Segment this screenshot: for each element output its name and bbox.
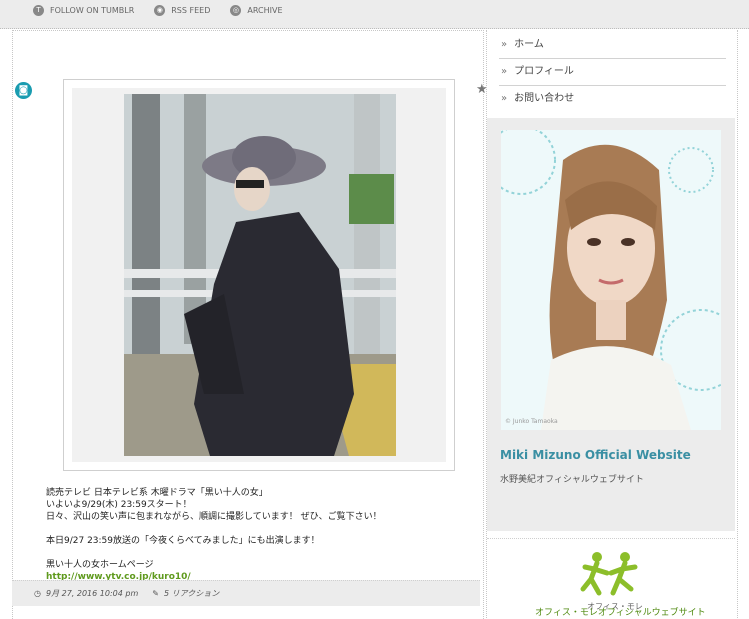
- archive-icon: ◎: [230, 4, 242, 16]
- post-photo-illustration: [124, 94, 396, 456]
- office-mole-logo[interactable]: オフィス・モレ: [577, 549, 647, 611]
- chevron-right-icon: »: [501, 39, 508, 50]
- post-line: 日々、沢山の笑い声に包まれながら、順調に撮影しています！ ぜひ、ご覧下さい！: [46, 512, 382, 522]
- nav-contact-label: お問い合わせ: [514, 93, 575, 104]
- camera-icon: ◙: [15, 82, 32, 99]
- follow-on-tumblr-link[interactable]: t FOLLOW ON TUMBLR: [33, 4, 135, 16]
- pencil-icon: ✎: [152, 589, 159, 598]
- office-mole-caption: オフィス・モレオフィシャルウェブサイト: [535, 608, 706, 618]
- top-links: t FOLLOW ON TUMBLR ◉ RSS FEED ◎ ARCHIVE: [33, 0, 283, 20]
- chevron-right-icon: »: [501, 66, 508, 77]
- post-card: ◙ ★ 読売テレビ 日本テレビ系 木曜ドラマ「黒い十人の女」 いよいよ9/29(…: [12, 30, 488, 619]
- post-line: 黒い十人の女ホームページ: [46, 560, 154, 570]
- rss-feed-link[interactable]: ◉ RSS FEED: [154, 4, 211, 16]
- post-line: 読売テレビ 日本テレビ系 木曜ドラマ「黒い十人の女」: [46, 488, 268, 498]
- follow-on-tumblr-label: FOLLOW ON TUMBLR: [50, 5, 135, 15]
- post-date-label: 9月 27, 2016 10:04 pm: [45, 589, 139, 598]
- official-site-subtitle: 水野美紀オフィシャルウェブサイト: [500, 475, 644, 485]
- post-reactions[interactable]: ✎ 5 リアクション: [152, 588, 219, 599]
- post-reactions-label: 5 リアクション: [163, 589, 220, 598]
- office-mole-banner[interactable]: オフィス・モレ オフィス・モレオフィシャルウェブサイト: [487, 538, 735, 619]
- official-site-photo-credit: © Junko Tamaoka: [505, 418, 558, 425]
- archive-label: ARCHIVE: [247, 5, 283, 15]
- post-date[interactable]: ◷ 9月 27, 2016 10:04 pm: [34, 588, 138, 599]
- clock-icon: ◷: [34, 589, 41, 598]
- post-meta-bar: ◷ 9月 27, 2016 10:04 pm ✎ 5 リアクション: [12, 580, 480, 606]
- nav-item-profile[interactable]: » プロフィール: [499, 59, 726, 86]
- nav-home-label: ホーム: [514, 39, 544, 50]
- archive-link[interactable]: ◎ ARCHIVE: [230, 4, 283, 16]
- chevron-right-icon: »: [501, 93, 508, 104]
- rss-icon: ◉: [154, 4, 166, 16]
- official-site-photo-illustration: [501, 130, 721, 430]
- nav-item-contact[interactable]: » お問い合わせ: [499, 86, 726, 112]
- tumblr-icon: t: [33, 4, 44, 16]
- sidebar-nav: » ホーム » プロフィール » お問い合わせ: [499, 32, 726, 112]
- official-site-banner[interactable]: © Junko Tamaoka Miki Mizuno Official Web…: [487, 118, 735, 531]
- nav-item-home[interactable]: » ホーム: [499, 32, 726, 59]
- rss-feed-label: RSS FEED: [171, 5, 211, 15]
- post-body: 読売テレビ 日本テレビ系 木曜ドラマ「黒い十人の女」 いよいよ9/29(木) 2…: [46, 487, 476, 583]
- official-site-photo[interactable]: © Junko Tamaoka: [501, 130, 721, 430]
- post-photo-frame: [63, 79, 455, 471]
- nav-profile-label: プロフィール: [514, 66, 574, 77]
- sidebar: » ホーム » プロフィール » お問い合わせ © Junko Tamaoka Mik…: [486, 30, 738, 619]
- office-mole-logo-illustration: [580, 552, 638, 596]
- post-photo[interactable]: [124, 94, 396, 456]
- official-site-title: Miki Mizuno Official Website: [500, 448, 691, 462]
- post-line: 本日9/27 23:59放送の「今夜くらべてみました」にも出演します！: [46, 536, 320, 546]
- post-line: いよいよ9/29(木) 23:59スタート！: [46, 500, 192, 510]
- photo-mat: [72, 88, 446, 462]
